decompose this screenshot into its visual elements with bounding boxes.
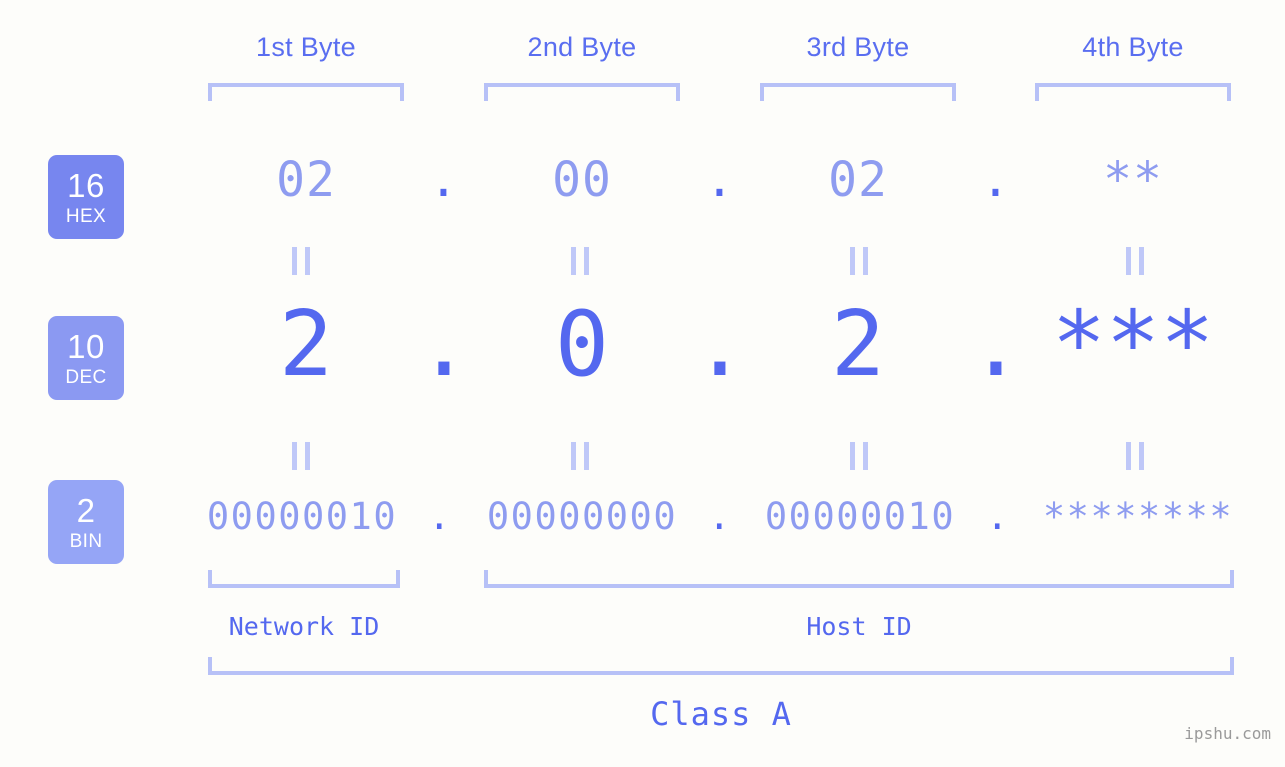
byte-bracket-2 <box>484 83 680 101</box>
class-label: Class A <box>650 695 792 733</box>
hex-byte-2: 00 <box>552 152 612 208</box>
byte-bracket-1 <box>208 83 404 101</box>
bin-byte-4: ******** <box>1042 495 1234 538</box>
base-badge-dec-number: 10 <box>67 327 105 365</box>
dec-separator-1: . <box>416 292 472 397</box>
dec-separator-3: . <box>968 292 1024 397</box>
network-id-label: Network ID <box>228 612 380 641</box>
byte-header-label-4: 4th Byte <box>1082 32 1184 62</box>
bin-byte-1: 00000010 <box>206 495 398 538</box>
network-id-bracket <box>208 570 400 588</box>
base-badge-dec: 10 DEC <box>48 316 124 400</box>
dec-byte-2: 0 <box>554 292 610 397</box>
hex-byte-1: 02 <box>276 152 336 208</box>
hex-separator-2: . <box>705 152 735 208</box>
base-badge-hex: 16 HEX <box>48 155 124 239</box>
equals-icon-hex-dec-3 <box>850 247 868 275</box>
hex-byte-3: 02 <box>828 152 888 208</box>
watermark: ipshu.com <box>1184 724 1271 743</box>
equals-icon-hex-dec-1 <box>292 247 310 275</box>
host-id-bracket <box>484 570 1234 588</box>
bin-byte-2: 00000000 <box>486 495 678 538</box>
byte-bracket-4 <box>1035 83 1231 101</box>
ip-address-breakdown-diagram: 1st Byte 2nd Byte 3rd Byte 4th Byte 16 H… <box>0 0 1285 767</box>
equals-icon-hex-dec-4 <box>1126 247 1144 275</box>
base-badge-hex-number: 16 <box>67 166 105 204</box>
hex-separator-1: . <box>429 152 459 208</box>
dec-byte-1: 2 <box>278 292 334 397</box>
byte-header-label-2: 2nd Byte <box>527 32 637 62</box>
class-bracket <box>208 657 1234 675</box>
equals-icon-dec-bin-4 <box>1126 442 1144 470</box>
byte-bracket-3 <box>760 83 956 101</box>
bin-separator-2: . <box>708 495 732 538</box>
equals-icon-dec-bin-3 <box>850 442 868 470</box>
byte-header-label-1: 1st Byte <box>256 32 356 62</box>
dec-byte-3: 2 <box>830 292 886 397</box>
equals-icon-hex-dec-2 <box>571 247 589 275</box>
base-badge-bin-number: 2 <box>76 491 96 529</box>
bin-separator-1: . <box>428 495 452 538</box>
bin-byte-3: 00000010 <box>764 495 956 538</box>
dec-separator-2: . <box>692 292 748 397</box>
base-badge-hex-abbr: HEX <box>65 205 107 227</box>
bin-separator-3: . <box>986 495 1010 538</box>
byte-header-label-3: 3rd Byte <box>806 32 910 62</box>
base-badge-bin-abbr: BIN <box>69 530 103 552</box>
hex-byte-4: ** <box>1103 152 1163 208</box>
equals-icon-dec-bin-2 <box>571 442 589 470</box>
hex-separator-3: . <box>981 152 1011 208</box>
host-id-label: Host ID <box>806 612 912 641</box>
dec-byte-4: *** <box>1051 292 1215 397</box>
equals-icon-dec-bin-1 <box>292 442 310 470</box>
base-badge-bin: 2 BIN <box>48 480 124 564</box>
base-badge-dec-abbr: DEC <box>65 366 107 388</box>
